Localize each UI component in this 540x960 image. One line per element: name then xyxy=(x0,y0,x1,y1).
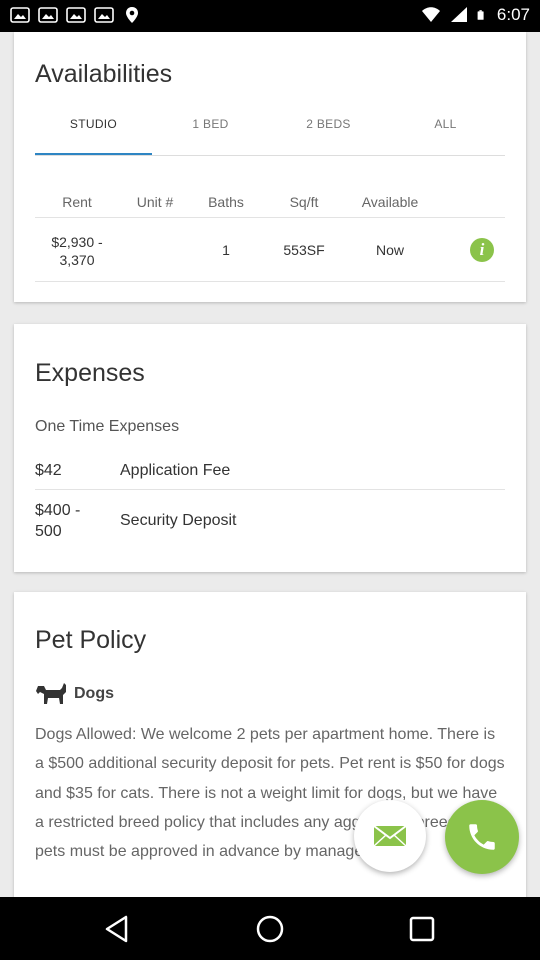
wifi-icon xyxy=(421,7,440,22)
location-icon xyxy=(126,7,138,23)
expense-amount: $42 xyxy=(35,462,62,479)
mail-icon xyxy=(373,825,407,847)
info-icon[interactable]: i xyxy=(470,238,494,262)
email-button[interactable] xyxy=(354,800,426,872)
dogs-label: Dogs xyxy=(74,685,114,702)
rent-value: $2,930 - 3,370 xyxy=(32,233,122,269)
column-header-available: Available xyxy=(361,194,419,210)
column-header-rent: Rent xyxy=(62,194,92,210)
sqft-value: 553SF xyxy=(283,242,325,258)
expenses-card: Expenses One Time Expenses $42 Applicati… xyxy=(14,324,526,572)
status-time: 6:07 xyxy=(496,5,530,24)
tab-studio[interactable]: STUDIO xyxy=(35,114,152,156)
baths-value: 1 xyxy=(222,242,230,258)
one-time-expenses-heading: One Time Expenses xyxy=(35,418,180,435)
tabs-divider xyxy=(35,155,505,156)
rent-value-line2: 3,370 xyxy=(59,252,95,268)
expense-label: Application Fee xyxy=(120,462,231,479)
recents-icon[interactable] xyxy=(406,913,438,945)
column-header-baths: Baths xyxy=(208,194,244,210)
unit-type-tabs: STUDIO 1 BED 2 BEDS ALL xyxy=(35,114,505,156)
expense-amount-line2: 500 xyxy=(35,523,62,540)
availabilities-card: Availabilities STUDIO 1 BED 2 BEDS ALL R… xyxy=(14,32,526,302)
column-header-unit: Unit # xyxy=(136,194,174,210)
table-header-divider xyxy=(35,217,505,218)
call-button[interactable] xyxy=(445,800,519,874)
expense-amount: $400 - 500 xyxy=(35,500,80,542)
column-header-sqft: Sq/ft xyxy=(289,194,319,210)
navigation-bar xyxy=(0,897,540,960)
image-icon xyxy=(38,7,58,23)
image-icon xyxy=(66,7,86,23)
back-icon[interactable] xyxy=(102,913,134,945)
available-value: Now xyxy=(375,242,404,258)
availabilities-title: Availabilities xyxy=(35,60,173,88)
rent-value-line1: $2,930 - xyxy=(51,234,103,250)
expense-divider xyxy=(35,489,505,490)
image-icon xyxy=(10,7,30,23)
pet-policy-title: Pet Policy xyxy=(35,626,147,654)
status-bar: 6:07 xyxy=(0,0,540,32)
battery-icon xyxy=(477,10,484,20)
expense-label: Security Deposit xyxy=(120,512,237,529)
notification-icons xyxy=(10,6,142,24)
dogs-policy-text: Dogs Allowed: We welcome 2 pets per apar… xyxy=(35,726,505,861)
phone-icon xyxy=(469,824,495,850)
expense-amount-line1: $400 - xyxy=(35,502,81,519)
dog-icon xyxy=(36,683,66,704)
expenses-title: Expenses xyxy=(35,359,145,387)
home-icon[interactable] xyxy=(254,913,286,945)
system-icons: 6:07 xyxy=(421,5,530,25)
image-icon xyxy=(94,7,114,23)
signal-icon xyxy=(450,7,467,22)
tab-2-beds[interactable]: 2 BEDS xyxy=(270,114,387,156)
tab-all[interactable]: ALL xyxy=(387,114,504,156)
table-row-divider xyxy=(35,281,505,282)
tab-1-bed[interactable]: 1 BED xyxy=(152,114,269,156)
